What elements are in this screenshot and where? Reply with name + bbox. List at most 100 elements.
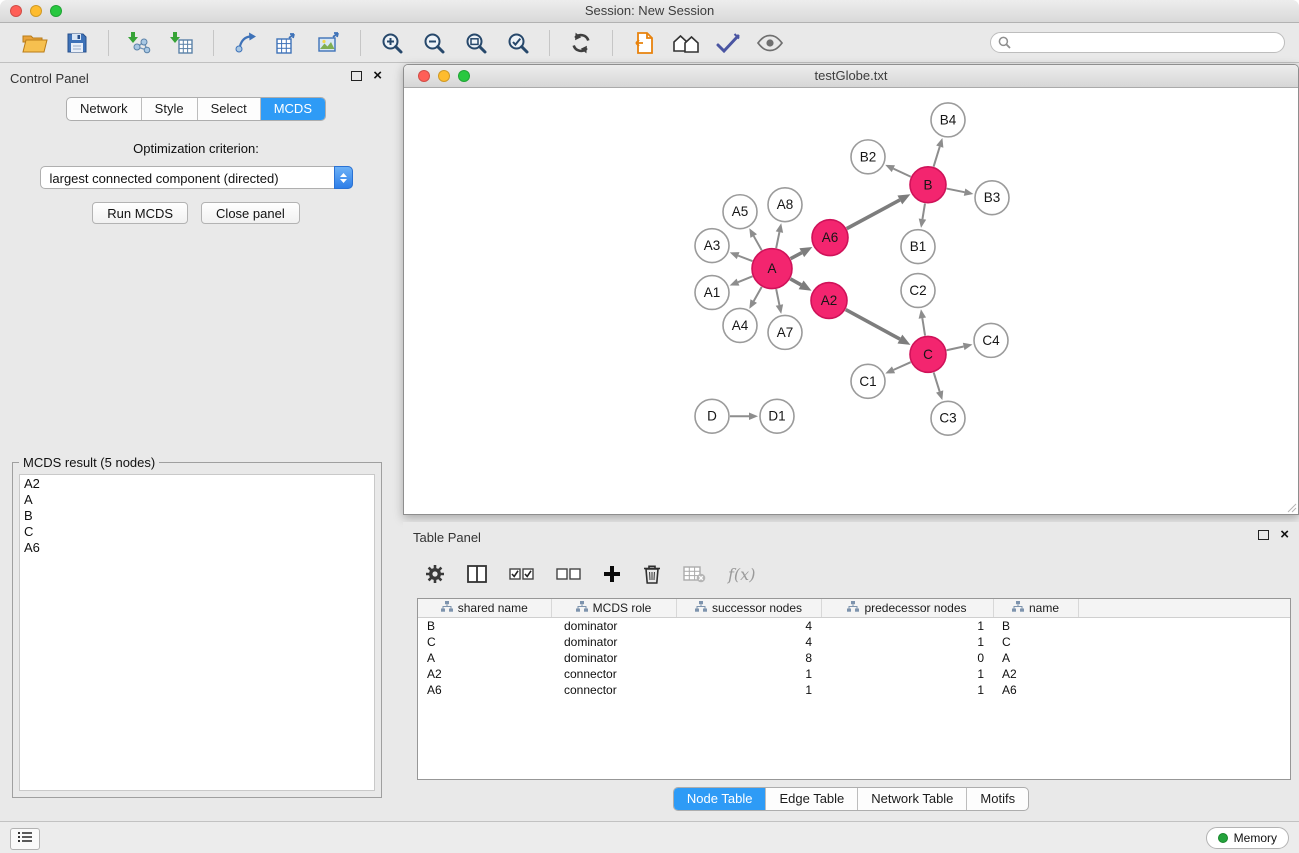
eye-icon[interactable] (755, 27, 785, 59)
graph-node-D1[interactable]: D1 (760, 399, 794, 433)
graph-node-A7[interactable]: A7 (768, 315, 802, 349)
cell-mcds-role[interactable]: dominator (551, 650, 676, 666)
mcds-result-item[interactable]: B (20, 508, 374, 524)
annotation-check-icon[interactable] (713, 27, 743, 59)
float-panel-icon[interactable] (1258, 530, 1269, 540)
cell-name[interactable]: B (993, 618, 1078, 635)
cell-shared-name[interactable]: B (418, 618, 551, 635)
edge-B-B3[interactable] (947, 188, 974, 195)
edge-A-A6[interactable] (791, 247, 813, 259)
cell-name[interactable]: A2 (993, 666, 1078, 682)
open-folder-icon[interactable] (20, 27, 50, 59)
mcds-result-item[interactable]: A2 (20, 476, 374, 492)
edge-A-A7[interactable] (776, 289, 783, 314)
export-network-icon[interactable] (230, 27, 260, 59)
table-tab-motifs[interactable]: Motifs (966, 788, 1028, 810)
mcds-result-item[interactable]: A6 (20, 540, 374, 556)
memory-button[interactable]: Memory (1206, 827, 1289, 849)
graph-node-B4[interactable]: B4 (931, 103, 965, 137)
mcds-result-list[interactable]: A2ABCA6 (19, 474, 375, 791)
graph-node-A8[interactable]: A8 (768, 188, 802, 222)
delete-row-icon[interactable] (643, 564, 661, 584)
zoom-in-icon[interactable] (377, 27, 407, 59)
graph-node-A2[interactable]: A2 (811, 283, 847, 319)
graph-node-B3[interactable]: B3 (975, 181, 1009, 215)
network-graph[interactable]: AA6A2BCA1A3A4A5A7A8B1B2B3B4C1C2C3C4DD1 (404, 88, 1298, 514)
run-mcds-button[interactable]: Run MCDS (92, 202, 188, 224)
edge-A2-C[interactable] (846, 310, 911, 345)
edge-A-A1[interactable] (730, 276, 753, 285)
cell-shared-name[interactable]: A2 (418, 666, 551, 682)
tab-style[interactable]: Style (141, 98, 197, 120)
edge-D-D1[interactable] (730, 412, 758, 420)
export-image-icon[interactable] (314, 27, 344, 59)
settings-gear-icon[interactable] (425, 564, 445, 584)
table-row-a6[interactable]: A6connector11A6 (418, 682, 1290, 698)
delete-table-icon[interactable] (683, 566, 706, 583)
criterion-dropdown[interactable]: largest connected component (directed) (40, 166, 353, 189)
graph-node-C2[interactable]: C2 (901, 274, 935, 308)
table-tab-edge-table[interactable]: Edge Table (765, 788, 857, 810)
cell-predecessor-nodes[interactable]: 1 (821, 666, 993, 682)
import-table-icon[interactable] (167, 27, 197, 59)
cell-successor-nodes[interactable]: 4 (676, 618, 821, 635)
graph-node-A6[interactable]: A6 (812, 220, 848, 256)
graph-node-C4[interactable]: C4 (974, 323, 1008, 357)
edge-B-B4[interactable] (934, 138, 944, 167)
edge-A-A8[interactable] (776, 223, 783, 248)
column-header-successor-nodes[interactable]: successor nodes (676, 599, 821, 618)
table-tab-node-table[interactable]: Node Table (674, 788, 766, 810)
graph-node-A4[interactable]: A4 (723, 308, 757, 342)
horizontal-splitter[interactable] (403, 515, 1299, 522)
graph-node-C[interactable]: C (910, 336, 946, 372)
edge-A6-B[interactable] (847, 194, 911, 228)
close-panel-icon[interactable]: × (373, 70, 382, 82)
cell-mcds-role[interactable]: dominator (551, 634, 676, 650)
column-header-name[interactable]: name (993, 599, 1078, 618)
mcds-result-item[interactable]: C (20, 524, 374, 540)
float-panel-icon[interactable] (351, 71, 362, 81)
cell-name[interactable]: C (993, 634, 1078, 650)
cell-name[interactable]: A6 (993, 682, 1078, 698)
graph-node-B2[interactable]: B2 (851, 140, 885, 174)
column-header-predecessor-nodes[interactable]: predecessor nodes (821, 599, 993, 618)
graph-node-A[interactable]: A (752, 249, 792, 289)
cell-successor-nodes[interactable]: 4 (676, 634, 821, 650)
cell-shared-name[interactable]: C (418, 634, 551, 650)
close-panel-icon[interactable]: × (1280, 529, 1289, 541)
graph-node-A5[interactable]: A5 (723, 195, 757, 229)
cell-successor-nodes[interactable]: 1 (676, 666, 821, 682)
edge-A-A3[interactable] (730, 252, 753, 261)
import-network-icon[interactable] (125, 27, 155, 59)
refresh-icon[interactable] (566, 27, 596, 59)
resize-grip-icon[interactable] (1287, 503, 1297, 513)
graph-node-A3[interactable]: A3 (695, 229, 729, 263)
graph-node-C1[interactable]: C1 (851, 364, 885, 398)
cell-predecessor-nodes[interactable]: 1 (821, 634, 993, 650)
zoom-out-icon[interactable] (419, 27, 449, 59)
column-header-mcds-role[interactable]: MCDS role (551, 599, 676, 618)
vertical-splitter[interactable] (392, 63, 403, 820)
graph-node-A1[interactable]: A1 (695, 276, 729, 310)
graph-node-B[interactable]: B (910, 167, 946, 203)
cell-mcds-role[interactable]: dominator (551, 618, 676, 635)
save-icon[interactable] (62, 27, 92, 59)
edge-C-C4[interactable] (947, 343, 973, 350)
cell-name[interactable]: A (993, 650, 1078, 666)
cell-shared-name[interactable]: A (418, 650, 551, 666)
export-table-icon[interactable] (272, 27, 302, 59)
cell-predecessor-nodes[interactable]: 1 (821, 682, 993, 698)
deselect-all-icon[interactable] (556, 567, 581, 581)
columns-icon[interactable] (467, 565, 487, 583)
task-history-button[interactable] (10, 828, 40, 850)
zoom-fit-icon[interactable] (461, 27, 491, 59)
table-row-b[interactable]: Bdominator41B (418, 618, 1290, 635)
cell-mcds-role[interactable]: connector (551, 666, 676, 682)
cell-predecessor-nodes[interactable]: 1 (821, 618, 993, 635)
table-row-a2[interactable]: A2connector11A2 (418, 666, 1290, 682)
edge-B-B2[interactable] (885, 165, 911, 177)
network-canvas[interactable]: AA6A2BCA1A3A4A5A7A8B1B2B3B4C1C2C3C4DD1 (404, 88, 1298, 514)
cell-shared-name[interactable]: A6 (418, 682, 551, 698)
cell-successor-nodes[interactable]: 1 (676, 682, 821, 698)
graph-node-B1[interactable]: B1 (901, 230, 935, 264)
